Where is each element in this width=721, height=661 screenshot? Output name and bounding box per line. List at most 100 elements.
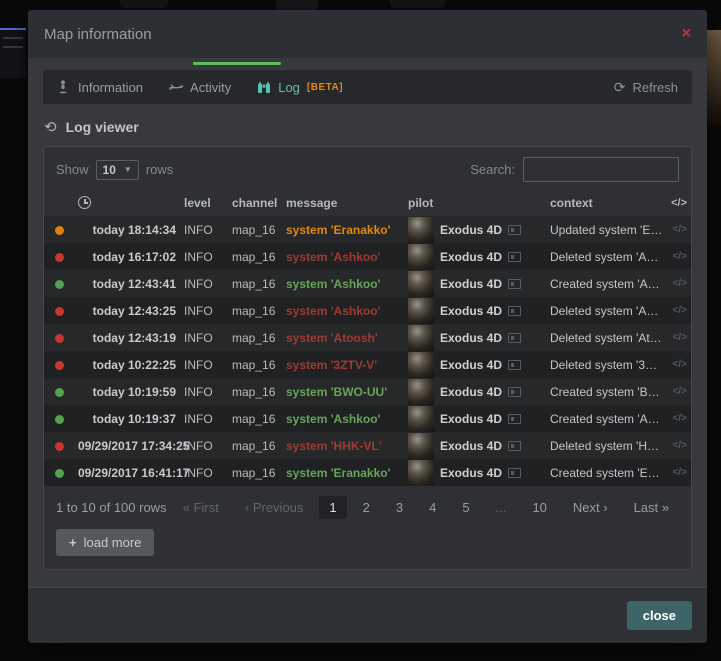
log-channel: map_16	[228, 216, 282, 243]
tab-information[interactable]: Information	[57, 80, 143, 95]
log-context: Updated system 'Eranakk...	[546, 216, 667, 243]
log-row[interactable]: today 12:43:19INFOmap_16system 'Atoosh'E…	[44, 324, 691, 351]
id-card-icon	[508, 441, 521, 451]
log-row[interactable]: today 16:17:02INFOmap_16system 'Ashkoo'E…	[44, 243, 691, 270]
show-label: Show	[56, 162, 89, 177]
log-time: today 10:22:25	[74, 351, 180, 378]
log-row[interactable]: today 12:43:41INFOmap_16system 'Ashkoo'E…	[44, 270, 691, 297]
plus-icon: +	[69, 535, 77, 550]
pilot-name: Exodus 4D	[440, 304, 502, 318]
log-context: Created system 'Ashkoo' ...	[546, 405, 667, 432]
page-size-select[interactable]: 10 ▼	[96, 160, 139, 180]
log-message: system 'Eranakko'	[282, 216, 404, 243]
row-code-icon[interactable]: </>	[667, 324, 691, 351]
pagination-page-10[interactable]: 10	[522, 496, 556, 519]
pilot-name: Exodus 4D	[440, 331, 502, 345]
pilot-name: Exodus 4D	[440, 223, 502, 237]
id-card-icon	[508, 387, 521, 397]
row-code-icon[interactable]: </>	[667, 432, 691, 459]
tab-bar: Information Activity Log [BETA] ⟳	[43, 70, 692, 104]
pilot-avatar	[408, 406, 434, 432]
refresh-button[interactable]: ⟳ Refresh	[614, 79, 678, 96]
message-column-header[interactable]: message	[282, 190, 404, 216]
log-row[interactable]: 09/29/2017 17:34:25INFOmap_16system 'HHK…	[44, 432, 691, 459]
row-code-icon[interactable]: </>	[667, 378, 691, 405]
log-message: system 'BWO-UU'	[282, 378, 404, 405]
pilot-column-header[interactable]: pilot	[404, 190, 546, 216]
pagination-first[interactable]: « First	[173, 496, 229, 519]
log-row[interactable]: today 10:22:25INFOmap_16system '3ZTV-V'E…	[44, 351, 691, 378]
log-pilot-cell: Exodus 4D	[404, 297, 546, 324]
close-icon[interactable]: ×	[682, 26, 691, 42]
tab-activity[interactable]: Activity	[169, 80, 231, 95]
status-dot-red	[55, 361, 64, 370]
pilot-avatar	[408, 217, 434, 243]
pagination-next[interactable]: Next ›	[563, 496, 618, 519]
row-code-icon[interactable]: </>	[667, 297, 691, 324]
pagination-page-4[interactable]: 4	[419, 496, 446, 519]
log-level: INFO	[180, 351, 228, 378]
status-dot-green	[55, 469, 64, 478]
log-level: INFO	[180, 270, 228, 297]
level-column-header[interactable]: level	[180, 190, 228, 216]
log-pilot-cell: Exodus 4D	[404, 459, 546, 486]
log-context: Deleted system 'Atoosh' #...	[546, 324, 667, 351]
log-context: Deleted system '3ZTV-V' #...	[546, 351, 667, 378]
load-more-button[interactable]: + load more	[56, 529, 154, 556]
log-pilot-cell: Exodus 4D	[404, 432, 546, 459]
log-level: INFO	[180, 378, 228, 405]
row-code-icon[interactable]: </>	[667, 243, 691, 270]
background-fragment	[390, 0, 446, 8]
log-time: today 16:17:02	[74, 243, 180, 270]
table-header-row: level channel message pilot context </>	[44, 190, 691, 216]
row-code-icon[interactable]: </>	[667, 351, 691, 378]
log-pilot-cell: Exodus 4D	[404, 216, 546, 243]
status-column-header	[44, 190, 74, 216]
log-row[interactable]: today 18:14:34INFOmap_16system 'Eranakko…	[44, 216, 691, 243]
log-pilot-cell: Exodus 4D	[404, 243, 546, 270]
log-message: system 'Eranakko'	[282, 459, 404, 486]
page-size-control: Show 10 ▼ rows	[56, 160, 173, 180]
log-context: Deleted system 'Ashkoo' ...	[546, 297, 667, 324]
log-time: 09/29/2017 17:34:25	[74, 432, 180, 459]
status-dot-red	[55, 442, 64, 451]
pagination-last[interactable]: Last »	[624, 496, 679, 519]
log-row[interactable]: 09/29/2017 16:41:17INFOmap_16system 'Era…	[44, 459, 691, 486]
pilot-name: Exodus 4D	[440, 358, 502, 372]
log-message: system 'Ashkoo'	[282, 297, 404, 324]
log-level: INFO	[180, 216, 228, 243]
pilot-avatar	[408, 460, 434, 486]
pagination-page-2[interactable]: 2	[353, 496, 380, 519]
background-portrait-fragment	[707, 30, 721, 126]
log-channel: map_16	[228, 432, 282, 459]
context-column-header[interactable]: context	[546, 190, 667, 216]
time-column-header[interactable]	[74, 190, 180, 216]
map-information-dialog: Map information × Information Activity	[28, 10, 707, 643]
log-context: Deleted system 'Ashkoo' ...	[546, 243, 667, 270]
log-level: INFO	[180, 405, 228, 432]
row-code-icon[interactable]: </>	[667, 405, 691, 432]
pagination-page-5[interactable]: 5	[452, 496, 479, 519]
pilot-name: Exodus 4D	[440, 250, 502, 264]
channel-column-header[interactable]: channel	[228, 190, 282, 216]
row-code-icon[interactable]: </>	[667, 216, 691, 243]
id-card-icon	[508, 306, 521, 316]
binoculars-icon	[257, 81, 271, 94]
id-card-icon	[508, 468, 521, 478]
pagination-previous[interactable]: ‹ Previous	[235, 496, 314, 519]
log-row[interactable]: today 10:19:37INFOmap_16system 'Ashkoo'E…	[44, 405, 691, 432]
row-code-icon[interactable]: </>	[667, 270, 691, 297]
search-input[interactable]	[523, 157, 679, 182]
pagination-page-3[interactable]: 3	[386, 496, 413, 519]
pagination: 1 to 10 of 100 rows « First‹ Previous123…	[44, 486, 691, 519]
log-row[interactable]: today 12:43:25INFOmap_16system 'Ashkoo'E…	[44, 297, 691, 324]
close-button[interactable]: close	[627, 601, 692, 630]
search-label: Search:	[470, 162, 515, 177]
status-dot-green	[55, 415, 64, 424]
search-control: Search:	[470, 157, 679, 182]
log-row[interactable]: today 10:19:59INFOmap_16system 'BWO-UU'E…	[44, 378, 691, 405]
rows-label: rows	[146, 162, 173, 177]
pagination-page-1[interactable]: 1	[319, 496, 346, 519]
tab-log[interactable]: Log [BETA]	[257, 80, 343, 95]
row-code-icon[interactable]: </>	[667, 459, 691, 486]
